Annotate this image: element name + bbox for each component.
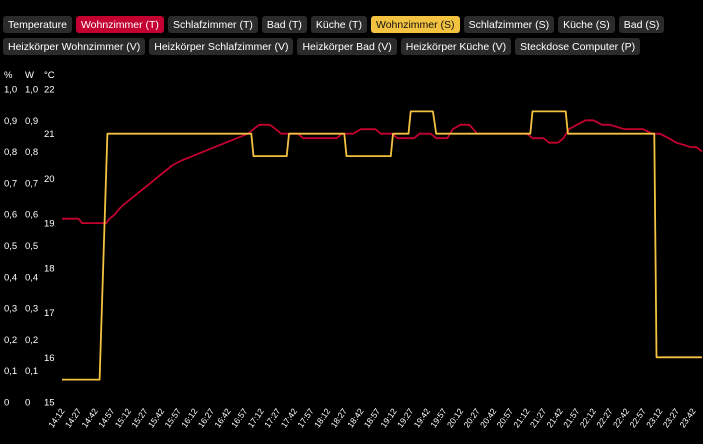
x-tick-label: 16:57 — [229, 406, 250, 429]
y-tick-label: 0,5 — [25, 241, 38, 252]
y-tick-label: 0,5 — [4, 241, 17, 252]
x-tick-label: 23:27 — [661, 406, 682, 429]
x-tick-label: 16:12 — [179, 406, 200, 429]
x-tick-label: 18:57 — [362, 406, 383, 429]
x-tick-label: 20:42 — [478, 406, 499, 429]
x-tick-label: 17:12 — [246, 406, 267, 429]
y-tick-label: 0,8 — [4, 147, 17, 158]
series-line-wohnzimmer-t — [62, 119, 703, 224]
y-tick-label: 1,0 — [25, 85, 38, 96]
x-tick-label: 16:27 — [196, 406, 217, 429]
x-tick-label: 18:42 — [345, 406, 366, 429]
axis-unit-label: W — [25, 70, 34, 81]
x-tick-label: 14:57 — [96, 406, 117, 429]
y-tick-label: 0,1 — [25, 366, 38, 377]
y-tick-label: 0 — [4, 398, 9, 409]
x-tick-label: 18:27 — [329, 406, 350, 429]
x-tick-label: 22:27 — [594, 406, 615, 429]
y-tick-label: 18 — [44, 263, 55, 274]
line-chart: % 1,0 0,9 0,8 0,7 0,6 0,5 0,4 0,3 0,2 0,1 0 W 1,0 0,9 0… — [4, 70, 703, 430]
y-tick-label: 22 — [44, 85, 55, 96]
x-tick-label: 15:12 — [113, 406, 134, 429]
x-tick-label: 15:42 — [146, 406, 167, 429]
x-tick-label: 23:12 — [644, 406, 665, 429]
x-tick-label: 14:27 — [63, 406, 84, 429]
x-tick-label: 16:42 — [212, 406, 233, 429]
x-tick-label: 18:12 — [312, 406, 333, 429]
x-tick-label: 14:42 — [79, 406, 100, 429]
y-tick-label: 0,7 — [4, 178, 17, 189]
y-tick-label: 0 — [25, 398, 30, 409]
y-tick-label: 0,6 — [4, 210, 17, 221]
x-tick-label: 15:57 — [162, 406, 183, 429]
y-tick-label: 17 — [44, 308, 55, 319]
x-tick-label: 19:42 — [412, 406, 433, 429]
x-tick-label: 19:57 — [428, 406, 449, 429]
y-tick-label: 15 — [44, 398, 55, 409]
x-tick-label: 20:27 — [461, 406, 482, 429]
x-tick-label: 19:27 — [395, 406, 416, 429]
y-tick-label: 16 — [44, 353, 55, 364]
y-tick-label: 0,1 — [4, 366, 17, 377]
x-tick-label: 21:42 — [544, 406, 565, 429]
x-tick-label: 23:42 — [677, 406, 698, 429]
x-tick-label: 15:27 — [129, 406, 150, 429]
x-tick-label: 20:57 — [495, 406, 516, 429]
x-tick-label: 22:57 — [627, 406, 648, 429]
x-tick-label: 14:12 — [46, 406, 67, 429]
x-tick-label: 17:42 — [279, 406, 300, 429]
y-tick-label: 0,9 — [25, 116, 38, 127]
y-tick-label: 0,4 — [4, 272, 17, 283]
axis-unit-label: % — [4, 70, 13, 81]
x-tick-label: 19:12 — [378, 406, 399, 429]
y-tick-label: 19 — [44, 219, 55, 230]
y-tick-label: 0,2 — [25, 335, 38, 346]
y-tick-label: 0,7 — [25, 178, 38, 189]
x-tick-label: 22:12 — [578, 406, 599, 429]
y-tick-label: 0,6 — [25, 210, 38, 221]
x-tick-label: 21:12 — [511, 406, 532, 429]
y-tick-label: 0,8 — [25, 147, 38, 158]
x-tick-label: 17:57 — [295, 406, 316, 429]
x-tick-label: 21:27 — [528, 406, 549, 429]
x-tick-label: 17:27 — [262, 406, 283, 429]
x-tick-label: 21:57 — [561, 406, 582, 429]
y-tick-label: 0,3 — [4, 304, 17, 315]
y-tick-label: 0,2 — [4, 335, 17, 346]
axis-unit-label: °C — [44, 70, 55, 81]
series-line-wohnzimmer-s — [62, 110, 702, 381]
y-tick-label: 21 — [44, 129, 55, 140]
y-tick-label: 20 — [44, 174, 55, 185]
x-tick-label: 22:42 — [611, 406, 632, 429]
y-tick-label: 0,9 — [4, 116, 17, 127]
x-tick-label: 20:12 — [445, 406, 466, 429]
y-tick-label: 1,0 — [4, 85, 17, 96]
y-tick-label: 0,4 — [25, 272, 38, 283]
y-tick-label: 0,3 — [25, 304, 38, 315]
